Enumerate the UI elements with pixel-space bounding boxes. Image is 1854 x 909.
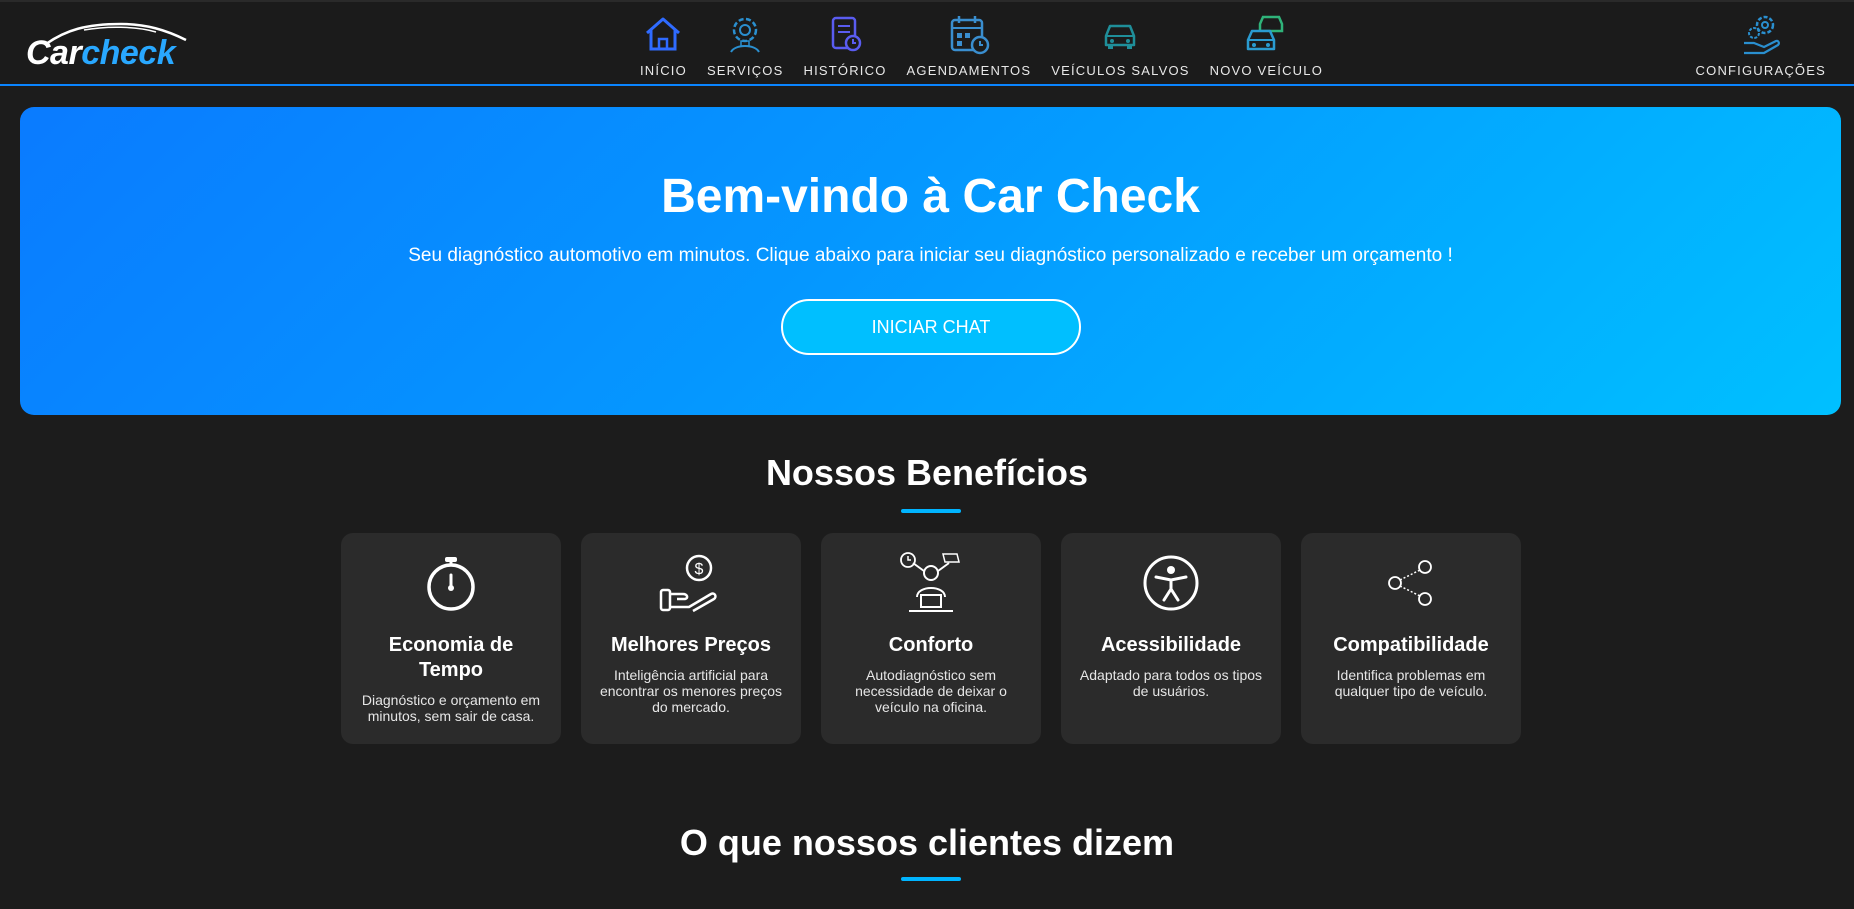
history-document-icon — [823, 12, 867, 56]
benefit-card-comfort: Conforto Autodiagnóstico sem necessidade… — [821, 533, 1041, 744]
add-vehicle-icon — [1244, 12, 1288, 56]
benefit-desc: Adaptado para todos os tipos de usuários… — [1079, 667, 1263, 699]
testimonials-title: O que nossos clientes dizem — [679, 822, 1175, 863]
share-network-icon — [1379, 551, 1443, 615]
benefit-title: Conforto — [888, 634, 974, 656]
svg-text:$: $ — [695, 561, 704, 578]
nav-item-veiculos-salvos[interactable]: VEÍCULOS SALVOS — [1041, 12, 1199, 78]
home-icon — [641, 12, 685, 56]
nav-item-servicos[interactable]: SERVIÇOS — [697, 12, 794, 78]
testimonials-title-underline — [901, 877, 961, 881]
stopwatch-icon — [419, 551, 483, 615]
calendar-clock-icon — [947, 12, 991, 56]
benefit-title: Melhores Preços — [610, 634, 772, 656]
relaxed-person-laptop-icon — [899, 551, 963, 615]
start-chat-button[interactable]: INICIAR CHAT — [781, 299, 1081, 355]
carcheck-logo[interactable]: Carcheck — [26, 20, 208, 72]
benefit-desc: Autodiagnóstico sem necessidade de deixa… — [855, 667, 1007, 715]
benefit-title: Acessibilidade — [1100, 634, 1242, 656]
benefit-title: Economia de Tempo — [388, 634, 514, 681]
nav-item-novo-veiculo[interactable]: NOVO VEÍCULO — [1200, 12, 1333, 78]
nav-item-inicio[interactable]: INÍCIO — [630, 12, 697, 78]
nav-item-configuracoes[interactable]: CONFIGURAÇÕES — [1696, 12, 1826, 78]
benefit-desc: Inteligência artificial para encontrar o… — [599, 667, 783, 715]
benefits-list: Economia de Tempo Diagnóstico e orçament… — [341, 533, 1521, 744]
benefit-card-accessibility: Acessibilidade Adaptado para todos os ti… — [1061, 533, 1281, 744]
benefit-desc: Diagnóstico e orçamento em minutos, sem … — [361, 692, 541, 724]
hand-money-icon: $ — [659, 551, 723, 615]
nav-item-agendamentos[interactable]: AGENDAMENTOS — [897, 12, 1042, 78]
main-nav: INÍCIO SERVIÇOS HISTÓRICO AGENDAMENTOS V… — [630, 12, 1333, 78]
saved-car-icon — [1098, 12, 1142, 56]
hero-banner: Bem-vindo à Car Check Seu diagnóstico au… — [20, 107, 1841, 415]
nav-item-historico[interactable]: HISTÓRICO — [794, 12, 897, 78]
hero-title: Bem-vindo à Car Check — [661, 170, 1200, 223]
benefit-title: Compatibilidade — [1333, 634, 1489, 656]
hero-subtitle: Seu diagnóstico automotivo em minutos. C… — [408, 245, 1453, 266]
service-gear-icon — [723, 12, 767, 56]
settings-gears-hand-icon — [1739, 12, 1783, 56]
benefit-card-prices: $ Melhores Preços Inteligência artificia… — [581, 533, 801, 744]
benefit-card-compatibility: Compatibilidade Identifica problemas em … — [1301, 533, 1521, 744]
accessibility-icon — [1139, 551, 1203, 615]
benefit-desc: Identifica problemas em qualquer tipo de… — [1334, 667, 1488, 699]
navbar: Carcheck INÍCIO SERVIÇOS HISTÓRICO AGEND… — [0, 0, 1854, 86]
benefits-title-underline — [901, 509, 961, 513]
benefit-card-time: Economia de Tempo Diagnóstico e orçament… — [341, 533, 561, 744]
logo-text: Carcheck — [26, 34, 176, 72]
benefits-title: Nossos Benefícios — [765, 452, 1089, 493]
